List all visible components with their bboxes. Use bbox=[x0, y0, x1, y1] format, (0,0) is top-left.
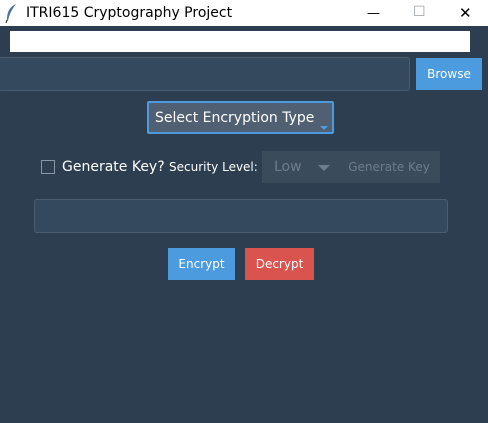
chevron-down-icon bbox=[318, 165, 330, 171]
browse-button[interactable]: Browse bbox=[416, 58, 482, 90]
security-level-label: Security Level: bbox=[169, 160, 258, 174]
security-level-select[interactable]: Low bbox=[262, 151, 338, 183]
generate-key-button[interactable]: Generate Key bbox=[338, 151, 440, 183]
minimize-icon: — bbox=[367, 6, 380, 21]
generate-key-label[interactable]: Generate Key? bbox=[62, 159, 165, 175]
close-button[interactable]: ✕ bbox=[442, 0, 488, 26]
chevron-down-icon bbox=[320, 126, 328, 130]
generate-key-checkbox[interactable] bbox=[41, 160, 55, 174]
minimize-button[interactable]: — bbox=[350, 0, 396, 26]
encryption-type-select[interactable]: Select Encryption Type bbox=[147, 101, 334, 134]
encryption-type-value: Select Encryption Type bbox=[155, 110, 315, 126]
close-icon: ✕ bbox=[459, 4, 472, 22]
maximize-icon: ☐ bbox=[413, 4, 426, 20]
key-input[interactable] bbox=[34, 199, 448, 233]
feather-icon bbox=[5, 4, 16, 23]
decrypt-button[interactable]: Decrypt bbox=[245, 248, 314, 280]
security-level-value: Low bbox=[274, 159, 302, 175]
file-path-label: File Path: bbox=[10, 31, 470, 52]
maximize-button[interactable]: ☐ bbox=[396, 0, 442, 26]
file-path-input[interactable] bbox=[0, 57, 410, 91]
window-title: ITRI615 Cryptography Project bbox=[26, 5, 233, 21]
encrypt-button[interactable]: Encrypt bbox=[168, 248, 235, 280]
title-bar: ITRI615 Cryptography Project — ☐ ✕ bbox=[0, 0, 488, 26]
